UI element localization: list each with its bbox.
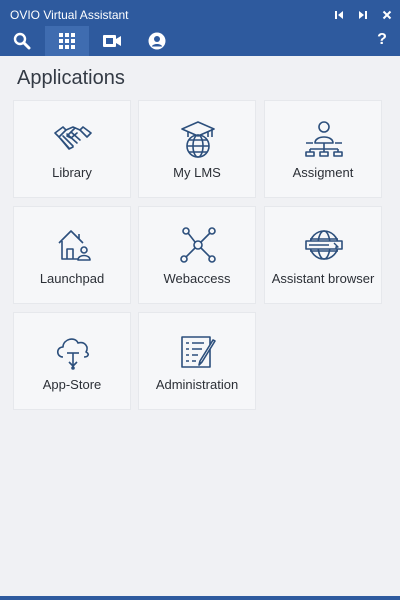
app-tile-label: Assistant browser <box>271 271 375 286</box>
cloud-download-icon <box>53 331 93 371</box>
app-tile-webaccess[interactable]: Webaccess <box>138 206 256 304</box>
close-icon[interactable] <box>380 8 394 22</box>
app-tile-label: Webaccess <box>163 271 231 286</box>
title-bar: OVIO Virtual Assistant ? <box>0 0 400 56</box>
user-account-icon <box>148 32 166 50</box>
app-tile-app-store[interactable]: App-Store <box>13 312 131 410</box>
home-user-icon <box>53 225 93 265</box>
app-tile-label: Library <box>52 165 92 180</box>
user-network-icon <box>304 119 344 159</box>
section-title: Applications <box>17 67 125 89</box>
help-button[interactable]: ? <box>370 26 394 54</box>
prev-icon[interactable] <box>332 8 346 22</box>
app-tile-launchpad[interactable]: Launchpad <box>13 206 131 304</box>
settings-list-icon <box>178 331 218 371</box>
account-button[interactable] <box>135 26 179 56</box>
app-tile-assigment[interactable]: Assigment <box>264 100 382 198</box>
bottom-bar <box>0 596 400 600</box>
app-tile-label: Launchpad <box>39 271 105 286</box>
handshake-icon <box>53 119 93 159</box>
app-tile-administration[interactable]: Administration <box>138 312 256 410</box>
app-tile-label: Assigment <box>292 165 354 180</box>
app-tile-library[interactable]: Library <box>13 100 131 198</box>
globe-browser-icon <box>304 225 344 265</box>
app-tile-label: My LMS <box>173 165 221 180</box>
app-tile-assistant-browser[interactable]: Assistant browser <box>264 206 382 304</box>
app-tile-label: Administration <box>155 377 239 392</box>
next-icon[interactable] <box>356 8 370 22</box>
app-tile-my-lms[interactable]: My LMS <box>138 100 256 198</box>
apps-grid-icon <box>59 33 75 49</box>
search-button[interactable] <box>0 26 44 56</box>
video-camera-icon <box>102 33 122 49</box>
app-tile-label: App-Store <box>42 377 102 392</box>
search-icon <box>13 32 31 50</box>
graduation-globe-icon <box>178 119 218 159</box>
window-title: OVIO Virtual Assistant <box>10 8 129 22</box>
network-nodes-icon <box>178 225 218 265</box>
apps-button[interactable] <box>45 26 89 56</box>
video-button[interactable] <box>90 26 134 56</box>
